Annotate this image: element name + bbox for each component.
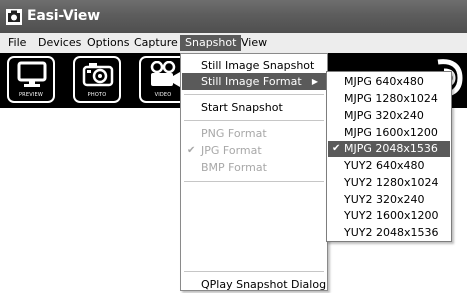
still-image-format-submenu: MJPG 640x480 MJPG 1280x1024 MJPG 320x240…: [326, 71, 452, 242]
photo-label: PHOTO: [87, 92, 107, 98]
menu-options[interactable]: Options: [82, 35, 134, 51]
format-option[interactable]: YUY2 2048x1536: [328, 225, 450, 241]
separator: [184, 94, 324, 95]
menu-devices[interactable]: Devices: [33, 35, 86, 51]
photo-button[interactable]: PHOTO: [73, 56, 121, 103]
format-option[interactable]: MJPG 640x480: [328, 74, 450, 90]
camera-icon: [82, 63, 114, 87]
monitor-icon: [17, 61, 47, 87]
format-option-label: YUY2 1600x1200: [344, 209, 439, 222]
menu-bar: File Devices Options Capture Snapshot Vi…: [0, 33, 467, 54]
format-option[interactable]: MJPG 1280x1024: [328, 91, 450, 107]
format-option-label: MJPG 2048x1536: [344, 142, 438, 155]
qplay-snapshot-dialog-label: QPlay Snapshot Dialog: [201, 278, 327, 291]
format-option-label: MJPG 1600x1200: [344, 126, 438, 139]
still-image-snapshot-item[interactable]: Still Image Snapshot: [182, 57, 326, 74]
still-image-format-item[interactable]: Still Image Format ▶: [182, 73, 326, 90]
format-option-label: MJPG 320x240: [344, 109, 424, 122]
easi-view-app-icon: [6, 9, 22, 25]
format-option-label: YUY2 2048x1536: [344, 226, 439, 239]
format-option-label: MJPG 640x480: [344, 75, 424, 88]
preview-label: PREVIEW: [18, 92, 44, 98]
format-option[interactable]: YUY2 1600x1200: [328, 208, 450, 224]
format-option-label: MJPG 1280x1024: [344, 92, 438, 105]
jpg-format-item[interactable]: ✔ JPG Format: [182, 142, 326, 159]
format-option-label: YUY2 640x480: [344, 159, 425, 172]
separator: [184, 271, 324, 272]
qplay-snapshot-dialog-item[interactable]: QPlay Snapshot Dialog: [182, 276, 326, 293]
format-option[interactable]: YUY2 1280x1024: [328, 175, 450, 191]
bmp-format-label: BMP Format: [201, 161, 267, 174]
png-format-label: PNG Format: [201, 127, 267, 140]
checkmark-icon: ✔: [187, 145, 196, 156]
format-option[interactable]: MJPG 1600x1200: [328, 125, 450, 141]
still-image-snapshot-label: Still Image Snapshot: [201, 59, 315, 72]
format-option[interactable]: YUY2 640x480: [328, 158, 450, 174]
title-bar: Easi-View: [0, 0, 467, 33]
menu-file[interactable]: File: [3, 35, 31, 51]
bmp-format-item[interactable]: BMP Format: [182, 159, 326, 176]
menu-snapshot[interactable]: Snapshot: [180, 35, 242, 51]
format-option-label: YUY2 320x240: [344, 193, 425, 206]
start-snapshot-label: Start Snapshot: [201, 101, 283, 114]
submenu-arrow-icon: ▶: [311, 77, 318, 86]
format-option-label: YUY2 1280x1024: [344, 176, 439, 189]
format-option[interactable]: YUY2 320x240: [328, 192, 450, 208]
jpg-format-label: JPG Format: [201, 144, 262, 157]
menu-capture[interactable]: Capture: [129, 35, 183, 51]
menu-view[interactable]: View: [236, 35, 272, 51]
format-option[interactable]: MJPG 320x240: [328, 108, 450, 124]
preview-button[interactable]: PREVIEW: [7, 56, 55, 103]
video-label: VIDEO: [154, 92, 172, 98]
png-format-item[interactable]: PNG Format: [182, 125, 326, 142]
window-title: Easi-View: [27, 8, 100, 24]
format-option-selected[interactable]: ✔ MJPG 2048x1536: [328, 141, 450, 157]
start-snapshot-item[interactable]: Start Snapshot: [182, 99, 326, 116]
snapshot-dropdown: Still Image Snapshot Still Image Format …: [180, 53, 328, 291]
checkmark-icon: ✔: [332, 143, 341, 154]
separator: [184, 181, 324, 182]
separator: [184, 120, 324, 121]
video-camera-icon: [150, 61, 180, 87]
still-image-format-label: Still Image Format: [201, 75, 302, 88]
